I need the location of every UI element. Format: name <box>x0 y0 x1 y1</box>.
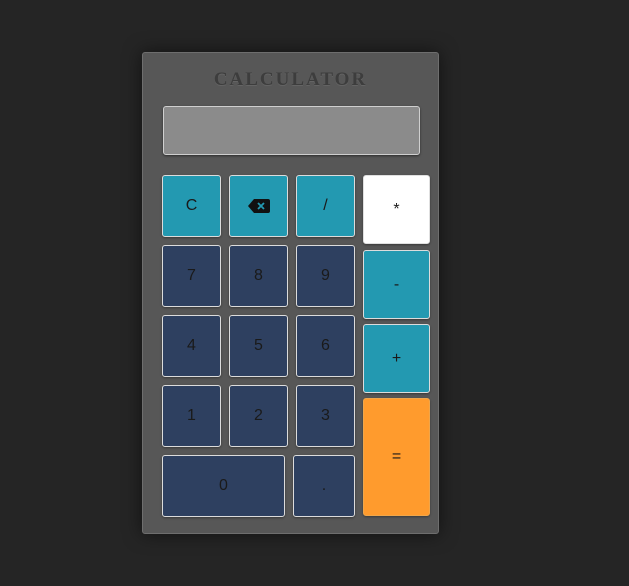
digit-2-button[interactable]: 2 <box>229 385 288 447</box>
plus-button[interactable]: + <box>363 324 430 393</box>
digit-6-button[interactable]: 6 <box>296 315 355 377</box>
divide-button[interactable]: / <box>296 175 355 237</box>
digit-0-button[interactable]: 0 <box>162 455 285 517</box>
calculator-title: CALCULATOR <box>213 69 368 90</box>
calculator-body: CALCULATOR C / * 7 8 9 - 4 5 6 + 1 2 3 =… <box>142 52 439 534</box>
multiply-button[interactable]: * <box>363 175 430 244</box>
backspace-button[interactable] <box>229 175 288 237</box>
calculator-display[interactable] <box>163 106 420 155</box>
decimal-button[interactable]: . <box>293 455 355 517</box>
equals-button[interactable]: = <box>363 398 430 516</box>
backspace-icon <box>247 199 270 213</box>
digit-9-button[interactable]: 9 <box>296 245 355 307</box>
clear-button[interactable]: C <box>162 175 221 237</box>
digit-4-button[interactable]: 4 <box>162 315 221 377</box>
minus-button[interactable]: - <box>363 250 430 319</box>
digit-1-button[interactable]: 1 <box>162 385 221 447</box>
digit-8-button[interactable]: 8 <box>229 245 288 307</box>
digit-7-button[interactable]: 7 <box>162 245 221 307</box>
digit-5-button[interactable]: 5 <box>229 315 288 377</box>
digit-3-button[interactable]: 3 <box>296 385 355 447</box>
